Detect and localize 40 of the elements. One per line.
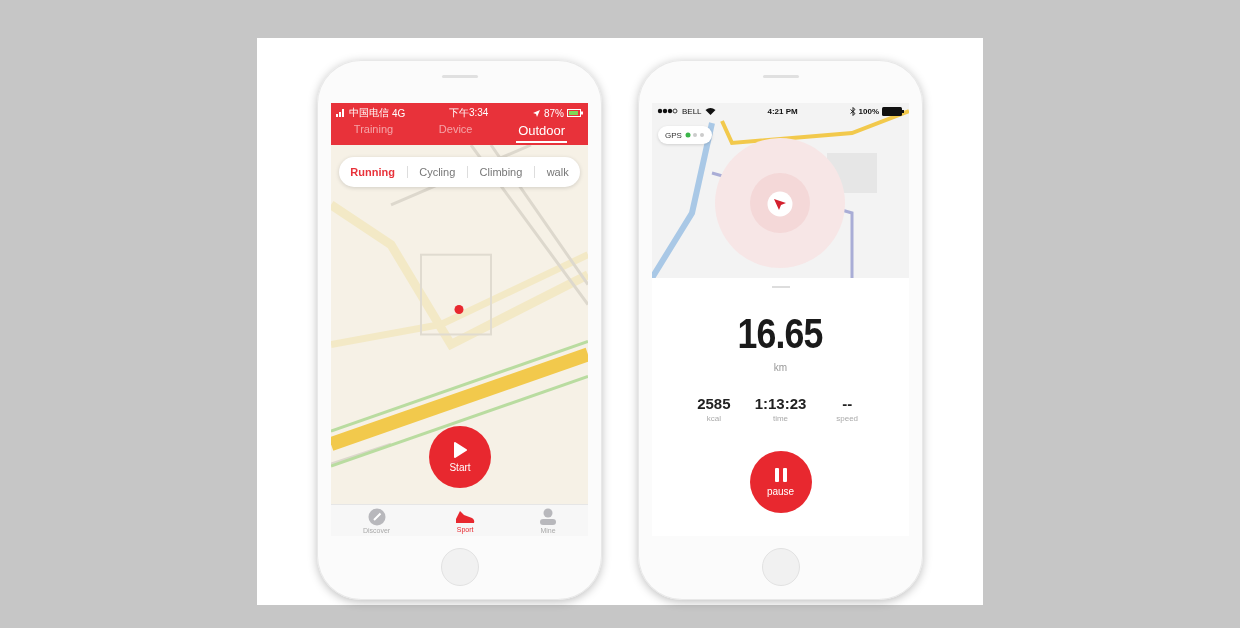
tab[interactable]: Device: [436, 123, 475, 138]
pause-button[interactable]: pause: [749, 451, 812, 513]
status-time: 下午3:34: [448, 106, 489, 120]
tab[interactable]: Outdoor: [516, 123, 568, 143]
gps-label: GPS: [665, 130, 682, 140]
distance-value: 16.65: [737, 310, 824, 358]
sport-type-tab[interactable]: walk: [543, 164, 572, 180]
sneaker-icon: [454, 508, 477, 525]
wifi-icon: [704, 107, 716, 115]
sport-type-tab[interactable]: Climbing: [476, 164, 526, 180]
stat-label: kcal: [706, 414, 721, 423]
bluetooth-icon: [849, 106, 856, 116]
tab[interactable]: Training: [351, 123, 396, 138]
sport-type-tab[interactable]: Running: [347, 164, 398, 180]
carrier-name: BELL: [682, 106, 702, 116]
compass-icon: [367, 507, 386, 526]
stat-value: 1:13:23: [754, 395, 807, 412]
status-time: 4:21 PM: [767, 106, 798, 116]
location-arrow-icon: [531, 108, 541, 118]
home-button[interactable]: [761, 548, 800, 586]
gps-signal-icon: [684, 132, 705, 138]
distance-unit: km: [773, 362, 788, 373]
signal-dots-icon: [657, 108, 679, 114]
drag-handle[interactable]: [771, 286, 790, 288]
home-button[interactable]: [440, 548, 479, 586]
carrier-name: 中国电信: [349, 106, 389, 120]
signal-icon: [336, 109, 346, 117]
sport-type-tab[interactable]: Cycling: [416, 164, 459, 180]
battery-icon: [882, 106, 904, 116]
stat-label: speed: [836, 414, 859, 423]
stat-value: 2585: [697, 395, 731, 412]
battery-percent: 87%: [543, 107, 564, 119]
stat-label: time: [772, 414, 789, 423]
play-icon: [453, 441, 467, 458]
person-icon: [540, 507, 557, 526]
pause-icon: [774, 467, 787, 482]
battery-icon: [567, 109, 583, 117]
battery-percent: 100%: [858, 106, 879, 116]
network-type: 4G: [392, 107, 406, 119]
stat-value: --: [842, 395, 853, 412]
